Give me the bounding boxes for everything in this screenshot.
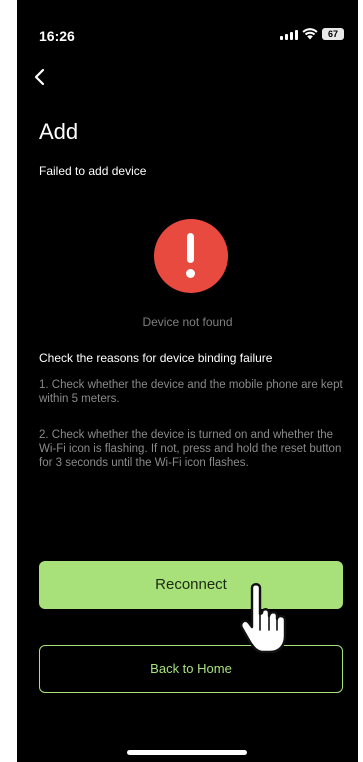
signal-icon	[280, 30, 298, 40]
battery-icon: 67	[322, 28, 344, 40]
page-title: Add	[39, 119, 79, 144]
reasons-title: Check the reasons for device binding fai…	[39, 351, 273, 365]
exclamation-icon	[154, 219, 228, 293]
status-time: 16:26	[39, 28, 75, 44]
status-icons: 67	[264, 28, 344, 42]
reason-item: 1. Check whether the device and the mobi…	[39, 379, 343, 405]
hand-pointer-icon	[240, 583, 287, 654]
reason-item: 2. Check whether the device is turned on…	[39, 429, 342, 469]
wifi-icon	[302, 28, 318, 40]
status-bar: 16:26 67	[17, 0, 358, 60]
page-subtitle: Failed to add device	[39, 164, 147, 178]
status-message: Device not found	[142, 315, 233, 329]
chevron-left-icon[interactable]	[31, 66, 51, 88]
phone-screen: 16:26 67 Add Failed to add device Device…	[17, 0, 358, 762]
home-indicator	[127, 750, 247, 755]
